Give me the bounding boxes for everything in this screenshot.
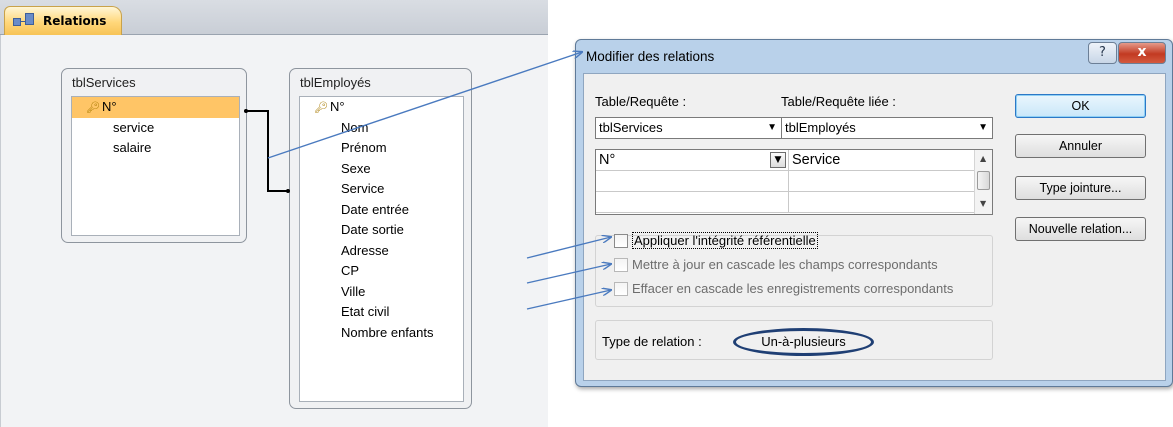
- ok-button[interactable]: OK: [1015, 94, 1146, 118]
- dialog-body: Table/Requête : Table/Requête liée : tbl…: [583, 73, 1166, 381]
- dialog-title: Modifier des relations: [586, 49, 715, 64]
- relations-window: Relations tblServices 🔑︎ N° service salai…: [0, 0, 548, 427]
- new-relation-button[interactable]: Nouvelle relation...: [1015, 217, 1146, 241]
- field-list[interactable]: 🔑︎ N° service salaire: [71, 96, 240, 236]
- scroll-up-icon[interactable]: ▲: [980, 154, 986, 163]
- table-query-label: Table/Requête :: [595, 94, 687, 109]
- cancel-button[interactable]: Annuler: [1015, 134, 1146, 158]
- primary-key-icon: 🔑︎: [314, 102, 328, 114]
- relationship-canvas[interactable]: tblServices 🔑︎ N° service salaire tblEmpl…: [0, 35, 548, 427]
- field-row[interactable]: Nom: [300, 118, 463, 139]
- tab-relations[interactable]: Relations: [4, 6, 122, 35]
- integrity-checkbox[interactable]: [614, 233, 628, 248]
- tab-label: Relations: [43, 14, 107, 28]
- chevron-down-icon: ▼: [767, 122, 777, 133]
- field-row[interactable]: Sexe: [300, 159, 463, 180]
- field-row[interactable]: Ville: [300, 282, 463, 303]
- field-row[interactable]: salaire: [72, 138, 239, 159]
- field-list[interactable]: 🔑︎ N° Nom Prénom Sexe Service Date entrée…: [299, 96, 464, 402]
- close-button[interactable]: x: [1118, 42, 1166, 64]
- document-tab-strip: Relations: [0, 0, 548, 35]
- table-title: tblEmployés: [300, 75, 371, 90]
- grid-cell[interactable]: [789, 171, 975, 192]
- grid-cell[interactable]: [596, 171, 789, 192]
- field-row[interactable]: Prénom: [300, 138, 463, 159]
- relation-type-group: Type de relation : Un-à-plusieurs: [595, 320, 993, 360]
- edit-relationships-dialog: Modifier des relations ? x Table/Requête…: [575, 39, 1173, 387]
- primary-key-icon: 🔑︎: [86, 102, 100, 114]
- grid-cell[interactable]: N°: [596, 150, 789, 171]
- scroll-down-icon[interactable]: ▼: [980, 199, 986, 208]
- vertical-scrollbar[interactable]: ▲ ▼: [974, 150, 992, 214]
- relationships-icon: [13, 13, 35, 29]
- table-title: tblServices: [72, 75, 136, 90]
- grid-cell[interactable]: Service: [789, 150, 975, 171]
- field-row[interactable]: Date sortie: [300, 220, 463, 241]
- table-tblemployes[interactable]: tblEmployés 🔑︎ N° Nom Prénom Sexe Service…: [289, 68, 472, 409]
- field-row[interactable]: 🔑︎ N°: [300, 97, 463, 118]
- integrity-checkbox-row[interactable]: Appliquer l'intégrité référentielle: [614, 232, 818, 249]
- chevron-down-icon: ▼: [978, 122, 988, 133]
- cascade-update-checkbox[interactable]: [614, 257, 628, 272]
- related-table-select[interactable]: tblEmployés ▼: [781, 117, 993, 139]
- scroll-thumb[interactable]: [977, 171, 990, 190]
- integrity-label[interactable]: Appliquer l'intégrité référentielle: [632, 232, 818, 249]
- relation-type-label: Type de relation :: [602, 334, 702, 349]
- field-row[interactable]: Etat civil: [300, 302, 463, 323]
- integrity-group: Appliquer l'intégrité référentielle Mett…: [595, 232, 993, 307]
- cascade-delete-checkbox[interactable]: [614, 281, 628, 296]
- help-button[interactable]: ?: [1088, 42, 1117, 64]
- grid-cell[interactable]: [596, 192, 789, 213]
- chevron-down-icon[interactable]: ▼: [770, 152, 786, 168]
- relation-type-value: Un-à-plusieurs: [733, 328, 874, 356]
- cascade-update-label: Mettre à jour en cascade les champs corr…: [632, 257, 938, 272]
- cascade-delete-checkbox-row[interactable]: Effacer en cascade les enregistrements c…: [614, 281, 953, 296]
- field-row[interactable]: CP: [300, 261, 463, 282]
- related-table-query-label: Table/Requête liée :: [781, 94, 896, 109]
- field-row[interactable]: Date entrée: [300, 200, 463, 221]
- field-row[interactable]: 🔑︎ N°: [72, 97, 239, 118]
- cascade-update-checkbox-row[interactable]: Mettre à jour en cascade les champs corr…: [614, 257, 938, 272]
- cascade-delete-label: Effacer en cascade les enregistrements c…: [632, 281, 954, 296]
- table-tblservices[interactable]: tblServices 🔑︎ N° service salaire: [61, 68, 247, 243]
- field-row[interactable]: service: [72, 118, 239, 139]
- field-row[interactable]: Adresse: [300, 241, 463, 262]
- fields-grid[interactable]: N° ▼ Service ▲ ▼: [595, 149, 993, 215]
- grid-cell[interactable]: [789, 192, 975, 213]
- field-row[interactable]: Service: [300, 179, 463, 200]
- field-row[interactable]: Nombre enfants: [300, 323, 463, 344]
- table-select[interactable]: tblServices ▼: [595, 117, 782, 139]
- join-type-button[interactable]: Type jointure...: [1015, 176, 1146, 200]
